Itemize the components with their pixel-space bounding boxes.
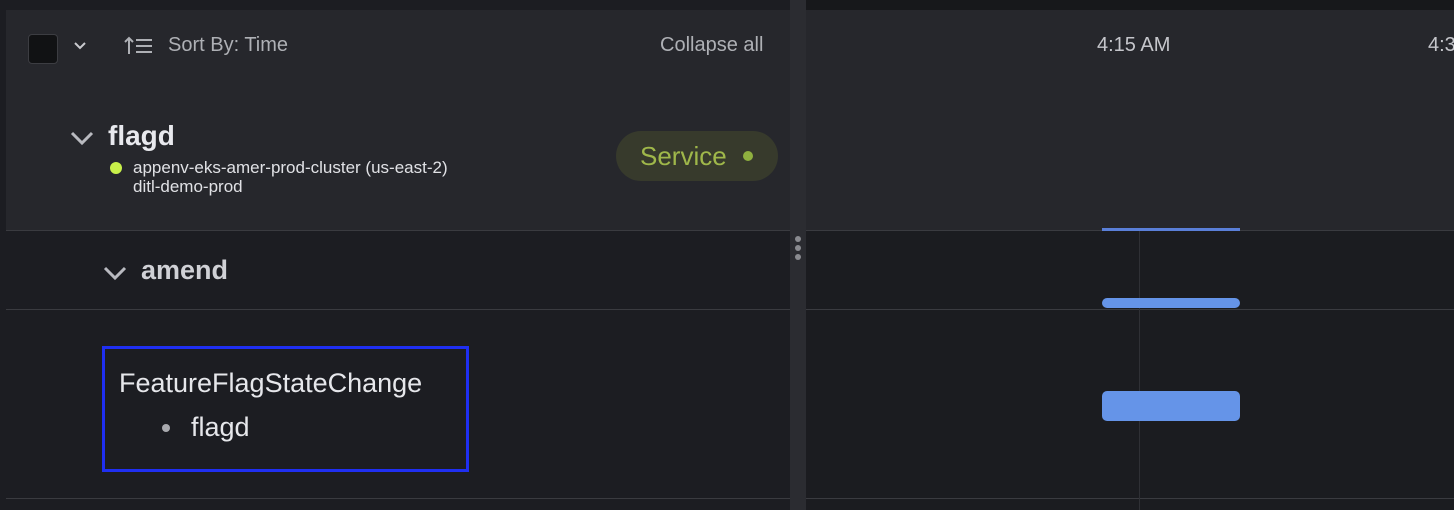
namespace-label: ditl-demo-prod <box>133 177 243 196</box>
drag-handle-icon[interactable] <box>794 236 802 268</box>
collapse-all-button[interactable]: Collapse all <box>660 34 763 57</box>
event-highlight-box[interactable] <box>102 346 469 472</box>
operation-title: amend <box>141 255 229 285</box>
event-item: flagd <box>191 412 250 442</box>
service-span-bar[interactable] <box>1102 228 1240 231</box>
event-span-bar[interactable] <box>1102 391 1240 421</box>
service-title: flagd <box>108 120 175 151</box>
cluster-label: appenv-eks-amer-prod-cluster (us-east-2) <box>133 158 448 177</box>
row-divider <box>806 498 1454 499</box>
status-dot-icon <box>110 162 122 174</box>
sort-ascending-icon[interactable] <box>122 34 154 58</box>
timeline-service-row <box>806 82 1454 231</box>
chevron-down-icon[interactable] <box>102 262 128 284</box>
select-all-checkbox[interactable] <box>28 34 58 64</box>
chevron-down-icon[interactable] <box>70 36 90 56</box>
timeline-tick: 4:15 AM <box>1097 34 1171 56</box>
row-divider <box>806 309 1454 310</box>
operation-span-bar[interactable] <box>1102 298 1240 308</box>
timeline-gridline <box>1139 231 1140 510</box>
badge-dot-icon <box>743 151 753 161</box>
bullet-icon <box>162 424 170 432</box>
chevron-down-icon[interactable] <box>68 124 96 152</box>
service-badge-label: Service <box>640 141 727 171</box>
sort-by-button[interactable]: Sort By: Time <box>168 34 288 57</box>
event-name: FeatureFlagStateChange <box>119 368 423 398</box>
timeline-tick: 4:3 <box>1428 34 1454 56</box>
